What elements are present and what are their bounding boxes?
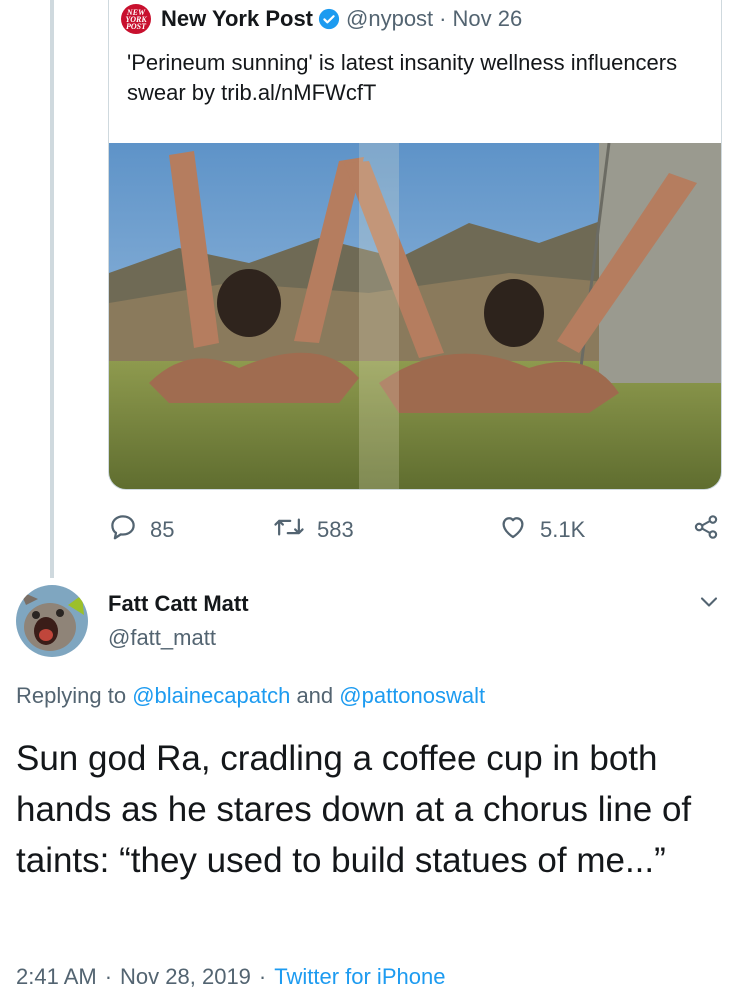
quoted-tweet-text: 'Perineum sunning' is latest insanity we… bbox=[127, 50, 678, 105]
quoted-author-handle[interactable]: @nypost bbox=[346, 6, 433, 32]
tweet-media-photo[interactable] bbox=[109, 143, 721, 489]
retweet-count: 583 bbox=[317, 517, 354, 542]
reply-button[interactable]: 85 bbox=[108, 512, 174, 548]
header-separator: · bbox=[439, 6, 447, 31]
mention-link[interactable]: @blainecapatch bbox=[132, 683, 290, 708]
verified-badge-icon bbox=[318, 8, 340, 30]
reply-author-name[interactable]: Fatt Catt Matt bbox=[108, 591, 249, 617]
replying-to-line: Replying to @blainecapatch and @pattonos… bbox=[16, 683, 485, 709]
chevron-down-icon bbox=[695, 597, 723, 620]
thread-connector-line bbox=[50, 0, 54, 578]
avatar[interactable] bbox=[16, 585, 88, 657]
quoted-tweet-date[interactable]: Nov 26 bbox=[453, 6, 523, 32]
retweet-button[interactable]: 583 bbox=[273, 512, 354, 548]
like-button[interactable]: 5.1K bbox=[498, 512, 585, 548]
more-options-button[interactable] bbox=[695, 588, 723, 616]
reply-count: 85 bbox=[150, 517, 175, 542]
quoted-tweet-header: NEW YORK POST New York Post @nypost · No… bbox=[121, 4, 523, 34]
nypost-logo-avatar[interactable]: NEW YORK POST bbox=[121, 4, 151, 34]
share-button[interactable] bbox=[691, 512, 733, 548]
tweet-text: Sun god Ra, cradling a coffee cup in bot… bbox=[16, 739, 692, 880]
quoted-author-name[interactable]: New York Post bbox=[161, 6, 313, 32]
tweet-metadata: 2:41 AM · Nov 28, 2019 · Twitter for iPhone bbox=[16, 964, 445, 990]
like-count: 5.1K bbox=[540, 517, 586, 542]
heart-icon bbox=[498, 512, 540, 548]
tweet-time[interactable]: 2:41 AM bbox=[16, 964, 97, 989]
meta-separator: · bbox=[258, 964, 267, 989]
logo-line-3: POST bbox=[126, 21, 146, 31]
quoted-tweet-card[interactable]: NEW YORK POST New York Post @nypost · No… bbox=[108, 0, 722, 490]
replying-and: and bbox=[296, 683, 334, 708]
meta-separator: · bbox=[104, 964, 113, 989]
tweet-action-bar: 85 583 5.1K bbox=[108, 512, 728, 552]
replying-prefix: Replying to bbox=[16, 683, 127, 708]
retweet-icon bbox=[273, 512, 317, 548]
reply-author-handle[interactable]: @fatt_matt bbox=[108, 625, 216, 651]
tweet-source-link[interactable]: Twitter for iPhone bbox=[274, 964, 445, 989]
share-icon bbox=[691, 512, 733, 548]
reply-icon bbox=[108, 512, 150, 548]
mention-link[interactable]: @pattonoswalt bbox=[339, 683, 485, 708]
tweet-date[interactable]: Nov 28, 2019 bbox=[120, 964, 251, 989]
